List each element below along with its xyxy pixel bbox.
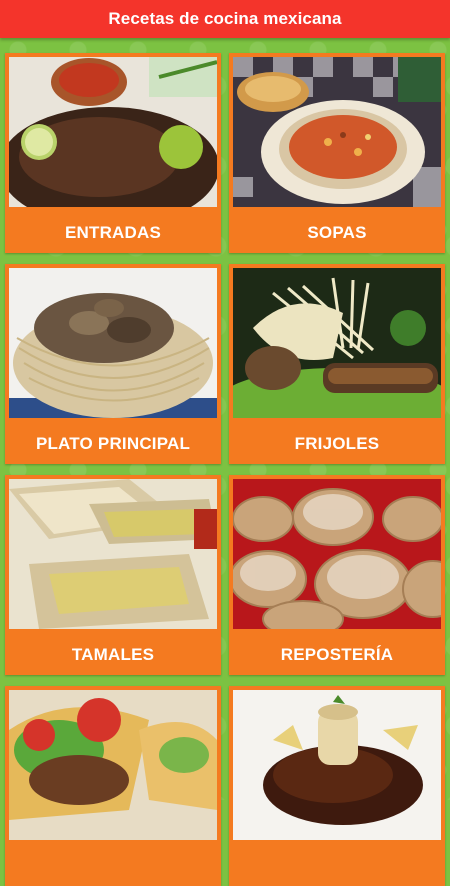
dish-mole-photo	[233, 690, 441, 840]
category-label: REPOSTERÍA	[280, 645, 394, 664]
category-card-sopas[interactable]: SOPAS	[229, 53, 445, 253]
dish-sopas-photo	[233, 57, 441, 207]
category-card-reposteria[interactable]: REPOSTERÍA	[229, 475, 445, 675]
category-card-plato-principal[interactable]: PLATO PRINCIPAL	[5, 264, 221, 464]
category-label: TAMALES	[71, 645, 155, 664]
category-label: SOPAS	[307, 223, 367, 242]
app-title: Recetas de cocina mexicana	[108, 9, 342, 28]
dish-plato-principal-photo	[9, 268, 217, 418]
category-card-tacos[interactable]	[5, 686, 221, 886]
dish-tacos-photo	[9, 690, 217, 840]
dish-tamales-photo	[9, 479, 217, 629]
category-label	[229, 846, 445, 886]
app-bar: Recetas de cocina mexicana	[0, 0, 450, 38]
dish-frijoles-photo	[233, 268, 441, 418]
category-label: ENTRADAS	[64, 223, 162, 242]
category-card-tamales[interactable]: TAMALES	[5, 475, 221, 675]
category-label: FRIJOLES	[294, 434, 380, 453]
dish-reposteria-photo	[233, 479, 441, 629]
category-card-frijoles[interactable]: FRIJOLES	[229, 264, 445, 464]
category-card-entradas[interactable]: ENTRADAS	[5, 53, 221, 253]
category-label: PLATO PRINCIPAL	[35, 434, 191, 453]
category-card-mole[interactable]	[229, 686, 445, 886]
dish-entradas-photo	[9, 57, 217, 207]
category-label	[5, 846, 221, 886]
category-grid: ENTRADAS SOPAS PLATO PRINCIPAL FRIJOLES …	[0, 0, 450, 886]
